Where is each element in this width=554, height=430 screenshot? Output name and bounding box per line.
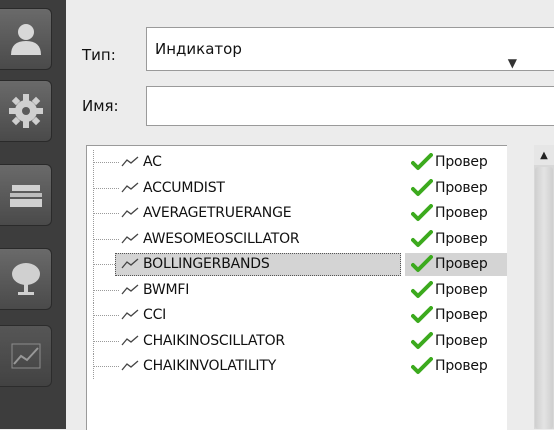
tree-item[interactable]: CHAIKINOSCILLATOR Провер [87, 328, 507, 354]
indicator-name: AWESOMEOSCILLATOR [143, 230, 300, 247]
chevron-down-icon[interactable]: ▼ [508, 42, 517, 84]
user-icon [10, 24, 41, 55]
checkmark-icon [411, 178, 433, 196]
tree-branch [93, 162, 119, 163]
gear-icon [8, 94, 43, 128]
tree-button[interactable] [0, 248, 52, 310]
tree-item[interactable]: AC Провер [87, 150, 507, 175]
tree-icon [11, 263, 40, 295]
indicator-line-icon [121, 182, 139, 192]
checkmark-icon [411, 306, 433, 323]
tree-branch [93, 366, 119, 367]
scroll-up-button[interactable]: ▲ [534, 145, 554, 165]
indicator-status: Провер [435, 307, 488, 323]
inbox-tray-icon [9, 185, 42, 207]
chart-button[interactable] [0, 325, 52, 387]
indicator-line-icon [121, 258, 139, 269]
indicator-name: BWMFI [143, 281, 190, 298]
checkmark-icon [411, 229, 433, 247]
tree-branch [93, 238, 119, 240]
tree-branch [93, 187, 119, 189]
scroll-thumb[interactable] [535, 167, 553, 429]
indicator-name: ACCUMDIST [143, 179, 225, 196]
tree-item[interactable]: AWESOMEOSCILLATOR Провер [87, 226, 507, 252]
indicator-name: AC [143, 154, 162, 170]
checkmark-icon [411, 153, 433, 170]
indicator-name: BOLLINGERBANDS [143, 256, 270, 272]
tree-item[interactable]: AVERAGETRUERANGE Провер [87, 201, 507, 226]
indicator-status: Провер [435, 281, 488, 298]
indicator-name: CHAIKINVOLATILITY [143, 358, 277, 374]
sidebar-toolbar [0, 0, 66, 429]
indicator-name: AVERAGETRUERANGE [143, 205, 292, 221]
indicator-status: Провер [435, 179, 488, 196]
tree-item[interactable]: CHAIKINVOLATILITY Провер [87, 354, 507, 379]
indicator-status: Провер [435, 256, 488, 272]
tree-item[interactable]: CCI Провер [87, 303, 507, 328]
checkmark-icon [411, 331, 433, 349]
checkmark-icon [411, 204, 433, 221]
inbox-button[interactable] [0, 164, 52, 226]
indicator-status: Провер [435, 230, 488, 247]
type-label: Тип: [82, 46, 116, 64]
indicator-line-icon [121, 207, 139, 218]
type-select[interactable]: Индикатор ▼ [146, 27, 554, 71]
settings-button[interactable] [0, 80, 52, 142]
indicator-name: CCI [143, 307, 167, 323]
name-input[interactable] [146, 86, 554, 126]
tree-item[interactable]: ACCUMDIST Провер [87, 175, 507, 201]
indicator-name: CHAIKINOSCILLATOR [143, 332, 285, 349]
tree-branch [93, 213, 119, 214]
indicator-status: Провер [435, 358, 488, 374]
indicator-line-icon [121, 309, 139, 320]
tree-branch [93, 289, 119, 291]
indicator-status: Провер [435, 205, 488, 221]
indicator-line-icon [121, 284, 139, 294]
user-button[interactable] [0, 8, 52, 70]
chart-icon [11, 343, 40, 369]
scrollbar[interactable]: ▲ [534, 145, 554, 429]
checkmark-icon [411, 280, 433, 298]
indicator-line-icon [121, 335, 139, 345]
tree-item[interactable]: BWMFI Провер [87, 277, 507, 303]
checkmark-icon [411, 357, 433, 374]
indicator-status: Провер [435, 332, 488, 349]
indicator-tree: AC Провер ACCUMDIST Провер AVERAGETRUERANGE П… [86, 145, 507, 430]
name-label: Имя: [82, 97, 119, 115]
tree-item[interactable]: BOLLINGERBANDS Провер [87, 252, 507, 277]
type-select-value: Индикатор [155, 40, 242, 58]
checkmark-icon [411, 255, 433, 272]
tree-branch [93, 340, 119, 342]
indicator-line-icon [121, 360, 139, 371]
indicator-line-icon [121, 156, 139, 167]
indicator-status: Провер [435, 154, 488, 170]
indicator-line-icon [121, 233, 139, 243]
tree-branch [93, 315, 119, 316]
